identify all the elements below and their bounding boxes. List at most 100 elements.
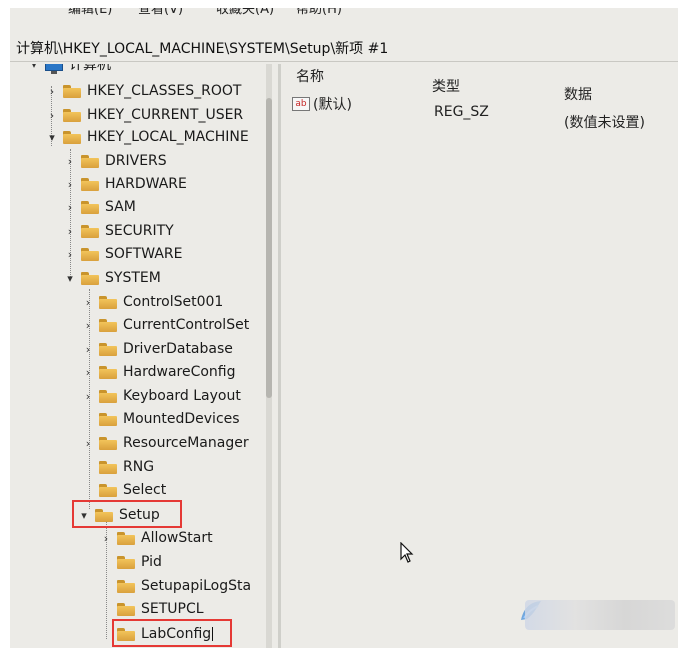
chevron-right-icon[interactable]: › xyxy=(64,248,76,261)
tree-node-hardware[interactable]: › HARDWARE xyxy=(64,173,187,195)
menu-bar: 编辑(E) 查看(V) 收藏夹(A) 帮助(H) xyxy=(10,8,678,30)
folder-icon xyxy=(117,555,135,569)
tree-node-drivers[interactable]: › DRIVERS xyxy=(64,150,167,172)
tree-node-hkcr[interactable]: › HKEY_CLASSES_ROOT xyxy=(46,80,242,102)
tree-node-label: ResourceManager xyxy=(123,435,249,451)
tree-node-controlset001[interactable]: › ControlSet001 xyxy=(82,291,224,313)
tree-node-label: MountedDevices xyxy=(123,411,240,427)
folder-icon xyxy=(117,579,135,593)
chevron-right-icon[interactable]: › xyxy=(100,532,112,545)
tree-node-label: HKEY_LOCAL_MACHINE xyxy=(87,129,249,145)
chevron-right-icon[interactable]: › xyxy=(82,437,94,450)
folder-icon xyxy=(99,365,117,379)
tree-node-label: Pid xyxy=(141,554,162,570)
values-pane: 名称 类型 数据 ab (默认) REG_SZ (数值未设置) xyxy=(284,64,678,648)
tree-node-label: HKEY_CURRENT_USER xyxy=(87,107,244,123)
tree-node-setupapilog[interactable]: SetupapiLogSta xyxy=(100,575,251,597)
chevron-right-icon[interactable]: › xyxy=(82,319,94,332)
folder-icon xyxy=(99,436,117,450)
tree-node-sam[interactable]: › SAM xyxy=(64,196,136,218)
tree-node-pid[interactable]: Pid xyxy=(100,551,162,573)
menu-favorites[interactable]: 收藏夹(A) xyxy=(216,8,274,18)
chevron-right-icon[interactable]: › xyxy=(82,296,94,309)
mouse-cursor-icon xyxy=(400,542,414,563)
tree-node-hardwareconfig[interactable]: › HardwareConfig xyxy=(82,361,236,383)
folder-icon xyxy=(99,412,117,426)
chevron-down-icon[interactable]: ▾ xyxy=(28,64,40,71)
tree-node-label: HardwareConfig xyxy=(123,364,236,380)
tree-node-label: Keyboard Layout xyxy=(123,388,241,404)
registry-tree: ▾ 计算机 › HKEY_CLASSES_ROOT › HKEY_CURRENT… xyxy=(10,64,272,648)
chevron-right-icon[interactable]: › xyxy=(82,390,94,403)
chevron-right-icon[interactable]: › xyxy=(82,343,94,356)
blurred-watermark xyxy=(525,600,675,630)
column-header-name[interactable]: 名称 xyxy=(296,66,324,86)
highlight-box-labconfig xyxy=(112,619,232,647)
tree-node-system[interactable]: ▾ SYSTEM xyxy=(64,267,161,289)
tree-node-label: Select xyxy=(123,482,167,498)
tree-node-label: SECURITY xyxy=(105,223,174,239)
value-row-default[interactable]: ab (默认) xyxy=(292,94,352,114)
tree-node-security[interactable]: › SECURITY xyxy=(64,220,174,242)
tree-node-rng[interactable]: RNG xyxy=(82,456,154,478)
tree-node-label: SETUPCL xyxy=(141,601,204,617)
computer-icon xyxy=(45,64,63,74)
chevron-down-icon[interactable]: ▾ xyxy=(46,131,58,144)
chevron-right-icon[interactable]: › xyxy=(46,85,58,98)
column-header-data[interactable]: 数据 xyxy=(564,84,592,104)
pane-splitter[interactable] xyxy=(278,64,281,648)
chevron-right-icon[interactable]: › xyxy=(64,155,76,168)
tree-node-label: DRIVERS xyxy=(105,153,167,169)
chevron-down-icon[interactable]: ▾ xyxy=(64,272,76,285)
menu-edit[interactable]: 编辑(E) xyxy=(68,8,112,18)
folder-icon xyxy=(81,154,99,168)
folder-icon xyxy=(81,271,99,285)
tree-node-label: ControlSet001 xyxy=(123,294,224,310)
chevron-right-icon[interactable]: › xyxy=(64,225,76,238)
folder-icon xyxy=(99,483,117,497)
value-data: (数值未设置) xyxy=(564,115,645,131)
folder-icon xyxy=(117,602,135,616)
tree-scrollbar-thumb[interactable] xyxy=(266,98,272,398)
value-type: REG_SZ xyxy=(434,104,489,120)
tree-node-computer[interactable]: ▾ 计算机 xyxy=(28,64,111,75)
folder-icon xyxy=(117,531,135,545)
tree-node-label: CurrentControlSet xyxy=(123,317,250,333)
tree-node-label: SYSTEM xyxy=(105,270,161,286)
tree-node-label: RNG xyxy=(123,459,155,475)
tree-node-label: HKEY_CLASSES_ROOT xyxy=(87,83,242,99)
tree-node-mounteddevices[interactable]: MountedDevices xyxy=(82,408,240,430)
column-header-type[interactable]: 类型 xyxy=(432,76,460,96)
chevron-right-icon[interactable]: › xyxy=(46,109,58,122)
tree-node-driverdatabase[interactable]: › DriverDatabase xyxy=(82,338,233,360)
tree-node-hkcu[interactable]: › HKEY_CURRENT_USER xyxy=(46,104,243,126)
menu-view[interactable]: 查看(V) xyxy=(138,8,183,18)
chevron-right-icon[interactable]: › xyxy=(82,366,94,379)
chevron-right-icon[interactable]: › xyxy=(64,178,76,191)
tree-node-currentcontrolset[interactable]: › CurrentControlSet xyxy=(82,314,249,336)
value-name: (默认) xyxy=(313,97,352,113)
ab-string-icon: ab xyxy=(292,97,310,111)
registry-editor-window: 编辑(E) 查看(V) 收藏夹(A) 帮助(H) 计算机\HKEY_LOCAL_… xyxy=(10,8,678,648)
tree-node-setupcl[interactable]: SETUPCL xyxy=(100,598,204,620)
folder-icon xyxy=(81,247,99,261)
chevron-right-icon[interactable]: › xyxy=(64,201,76,214)
tree-node-keyboardlayout[interactable]: › Keyboard Layout xyxy=(82,385,241,407)
tree-node-resourcemanager[interactable]: › ResourceManager xyxy=(82,432,249,454)
tree-node-label: SAM xyxy=(105,199,136,215)
tree-node-label: SOFTWARE xyxy=(105,246,183,262)
tree-node-select[interactable]: Select xyxy=(82,479,166,501)
tree-node-label: 计算机 xyxy=(69,64,111,73)
folder-icon xyxy=(63,84,81,98)
folder-icon xyxy=(63,108,81,122)
tree-node-hklm[interactable]: ▾ HKEY_LOCAL_MACHINE xyxy=(46,126,249,148)
tree-node-software[interactable]: › SOFTWARE xyxy=(64,243,183,265)
menu-help[interactable]: 帮助(H) xyxy=(296,8,342,18)
tree-node-allowstart[interactable]: › AllowStart xyxy=(100,527,213,549)
address-bar[interactable]: 计算机\HKEY_LOCAL_MACHINE\SYSTEM\Setup\新项 #… xyxy=(10,36,678,62)
tree-node-label: AllowStart xyxy=(141,530,213,546)
tree-node-label: DriverDatabase xyxy=(123,341,233,357)
